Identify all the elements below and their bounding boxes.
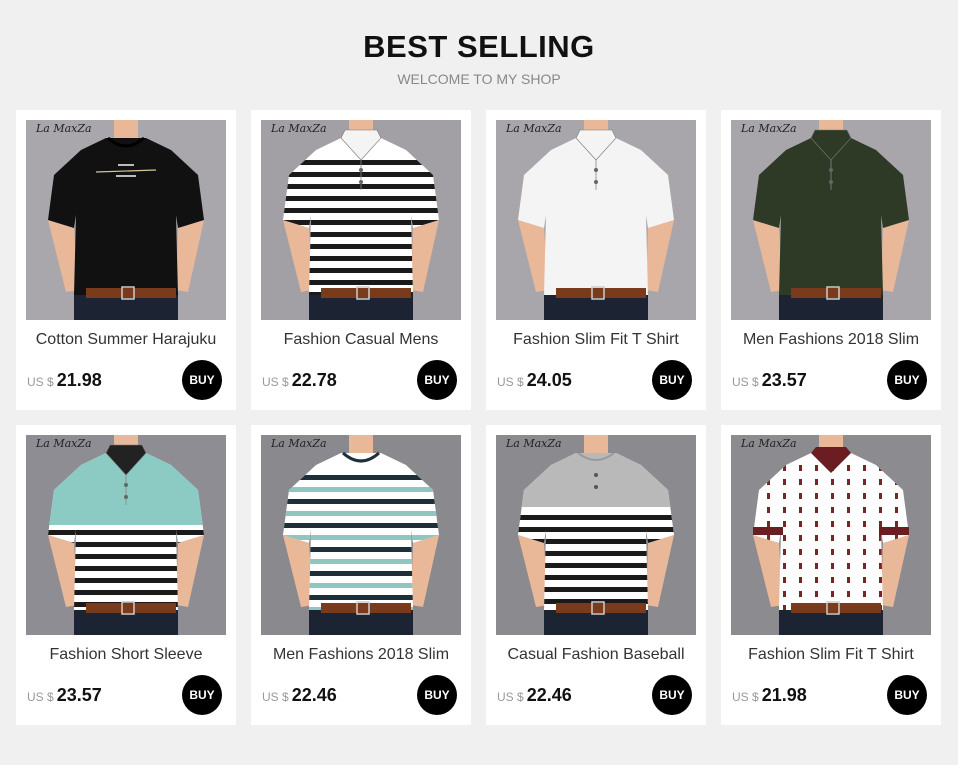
currency-label: US $ (27, 375, 54, 389)
currency-label: US $ (732, 690, 759, 704)
product-card[interactable]: La MaxZa Fashion Slim Fit T Shirt US $24.0… (486, 110, 706, 410)
price-row: US $24.05 (497, 369, 572, 391)
brand-logo: La MaxZa (506, 122, 562, 135)
product-price: 24.05 (526, 370, 572, 390)
product-card[interactable]: La MaxZa Fashion Casual Mens US $22.78 BUY (251, 110, 471, 410)
product-price: 23.57 (56, 685, 102, 705)
brand-logo: La MaxZa (36, 122, 92, 135)
product-image[interactable]: La MaxZa (26, 435, 226, 635)
currency-label: US $ (497, 690, 524, 704)
price-row: US $22.78 (262, 369, 337, 391)
product-name[interactable]: Casual Fashion Baseball (486, 645, 706, 665)
price-row: US $22.46 (497, 684, 572, 706)
shirt-illustration (261, 435, 461, 635)
currency-label: US $ (262, 690, 289, 704)
product-image[interactable]: La MaxZa (731, 435, 931, 635)
price-row: US $21.98 (732, 684, 807, 706)
brand-logo: La MaxZa (271, 122, 327, 135)
product-card[interactable]: La MaxZa Casual Fashion Baseball US $22.46… (486, 425, 706, 725)
product-card[interactable]: La MaxZa Men Fashions 2018 Slim US $23.57 B… (721, 110, 941, 410)
product-name[interactable]: Fashion Slim Fit T Shirt (721, 645, 941, 665)
product-image[interactable]: La MaxZa (496, 120, 696, 320)
currency-label: US $ (27, 690, 54, 704)
product-name[interactable]: Men Fashions 2018 Slim (251, 645, 471, 665)
shirt-illustration (26, 435, 226, 635)
price-row: US $22.46 (262, 684, 337, 706)
product-image[interactable]: La MaxZa (261, 120, 461, 320)
brand-logo: La MaxZa (741, 122, 797, 135)
product-card[interactable]: La MaxZa Cotton Summer Harajuku US $21.98 B… (16, 110, 236, 410)
brand-logo: La MaxZa (741, 437, 797, 450)
product-card[interactable]: La MaxZa Fashion Short Sleeve US $23.57 BUY (16, 425, 236, 725)
product-card[interactable]: La MaxZa Fashion Slim Fit T Shirt US $21.9… (721, 425, 941, 725)
shirt-illustration (261, 120, 461, 320)
currency-label: US $ (262, 375, 289, 389)
brand-logo: La MaxZa (271, 437, 327, 450)
product-image[interactable]: La MaxZa (496, 435, 696, 635)
brand-logo: La MaxZa (36, 437, 92, 450)
buy-button[interactable]: BUY (652, 675, 692, 715)
buy-button[interactable]: BUY (182, 360, 222, 400)
product-name[interactable]: Fashion Casual Mens (251, 330, 471, 350)
price-row: US $21.98 (27, 369, 102, 391)
product-name[interactable]: Men Fashions 2018 Slim (721, 330, 941, 350)
shirt-illustration (731, 120, 931, 320)
product-name[interactable]: Cotton Summer Harajuku (16, 330, 236, 350)
price-row: US $23.57 (732, 369, 807, 391)
buy-button[interactable]: BUY (417, 675, 457, 715)
product-image[interactable]: La MaxZa (26, 120, 226, 320)
product-price: 22.46 (526, 685, 572, 705)
shirt-illustration (496, 120, 696, 320)
product-image[interactable]: La MaxZa (731, 120, 931, 320)
product-price: 22.46 (291, 685, 337, 705)
product-card[interactable]: La MaxZa Men Fashions 2018 Slim US $22.46 B… (251, 425, 471, 725)
buy-button[interactable]: BUY (887, 675, 927, 715)
brand-logo: La MaxZa (506, 437, 562, 450)
buy-button[interactable]: BUY (887, 360, 927, 400)
product-price: 23.57 (761, 370, 807, 390)
currency-label: US $ (497, 375, 524, 389)
buy-button[interactable]: BUY (182, 675, 222, 715)
currency-label: US $ (732, 375, 759, 389)
product-price: 22.78 (291, 370, 337, 390)
shirt-illustration (731, 435, 931, 635)
product-grid: La MaxZa Cotton Summer Harajuku US $21.98 B… (0, 0, 958, 765)
buy-button[interactable]: BUY (417, 360, 457, 400)
shirt-illustration (496, 435, 696, 635)
product-price: 21.98 (761, 685, 807, 705)
product-price: 21.98 (56, 370, 102, 390)
product-name[interactable]: Fashion Slim Fit T Shirt (486, 330, 706, 350)
shirt-illustration (26, 120, 226, 320)
price-row: US $23.57 (27, 684, 102, 706)
buy-button[interactable]: BUY (652, 360, 692, 400)
product-image[interactable]: La MaxZa (261, 435, 461, 635)
product-name[interactable]: Fashion Short Sleeve (16, 645, 236, 665)
